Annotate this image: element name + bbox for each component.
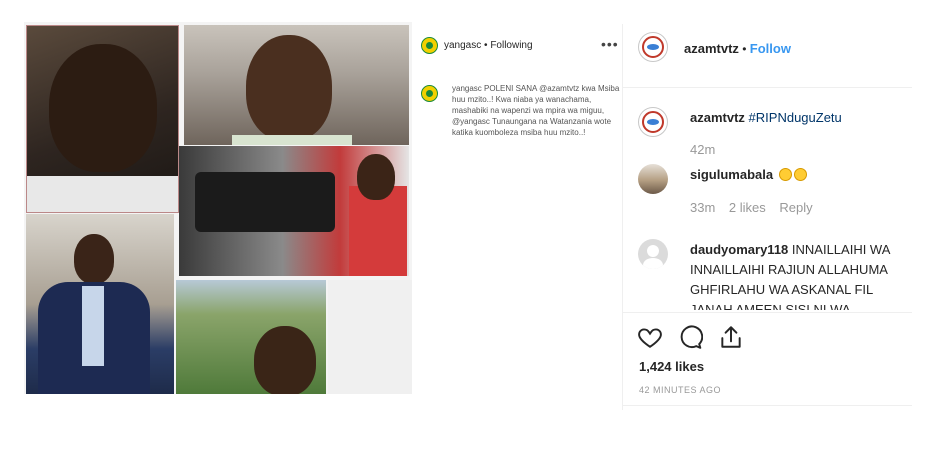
azam-logo-icon (642, 36, 664, 58)
comment-2-likes[interactable]: 2 likes (729, 200, 766, 215)
profile-avatar[interactable] (638, 32, 668, 62)
post-timestamp[interactable]: 42 MINUTES AGO (639, 385, 721, 395)
caption-body-user[interactable]: yangasc (452, 84, 482, 93)
portrait-photo-1 (26, 25, 179, 213)
caption-header-status[interactable]: Following (490, 40, 532, 51)
portrait-photo-4 (26, 214, 174, 394)
caption-body-avatar-icon[interactable] (421, 85, 438, 102)
sad-face-icon (793, 168, 807, 181)
panel-divider (622, 24, 623, 410)
comment-3: daudyomary118 INNAILLAIHI WA INNAILLAIHI… (690, 240, 912, 310)
comment-1-time[interactable]: 42m (690, 142, 715, 157)
header-username[interactable]: azamtvtz (684, 41, 739, 56)
header-divider (623, 87, 912, 88)
comment-avatar-daudyomary118[interactable] (638, 239, 668, 269)
comment-2-meta: 33m 2 likes Reply (690, 200, 813, 215)
reply-button[interactable]: Reply (779, 200, 812, 215)
share-icon[interactable] (718, 324, 744, 350)
comment-1-hashtag[interactable]: #RIPNduguZetu (749, 110, 842, 125)
comment-1-user[interactable]: azamtvtz (690, 110, 745, 125)
sad-face-icon (778, 168, 792, 181)
comment-avatar-azamtvtz[interactable] (638, 107, 668, 137)
header-sep: • (738, 42, 750, 56)
comment-2-user[interactable]: sigulumabala (690, 167, 773, 182)
caption-header-user[interactable]: yangasc (444, 40, 481, 51)
comment-avatar-sigulumabala[interactable] (638, 164, 668, 194)
bottom-divider (623, 405, 912, 406)
caption-header: yangasc • Following (444, 40, 533, 51)
comment-2-time[interactable]: 33m (690, 200, 715, 215)
follow-button[interactable]: Follow (750, 41, 791, 56)
comment-3-user[interactable]: daudyomary118 (690, 242, 788, 257)
camera-operator-photo (179, 146, 409, 276)
comment-2: sigulumabala (690, 165, 807, 185)
caption-header-sep: • (481, 40, 491, 51)
actions-divider (623, 312, 912, 313)
heart-icon[interactable] (637, 324, 663, 350)
post-image[interactable] (24, 22, 412, 394)
portrait-photo-2 (184, 25, 409, 145)
comment-1: azamtvtz #RIPNduguZetu (690, 108, 842, 128)
azam-logo-icon (642, 111, 664, 133)
stadium-photo (176, 280, 326, 394)
post-header: azamtvtz • Follow (684, 40, 791, 58)
caption-avatar-icon[interactable] (421, 37, 438, 54)
caption-body: yangasc POLENI SANA @azamtvtz kwa Msiba … (452, 83, 627, 138)
comment-icon[interactable] (677, 324, 703, 350)
blank-tile (328, 280, 412, 394)
more-options-icon[interactable]: ••• (601, 36, 619, 52)
likes-count[interactable]: 1,424 likes (639, 359, 704, 374)
